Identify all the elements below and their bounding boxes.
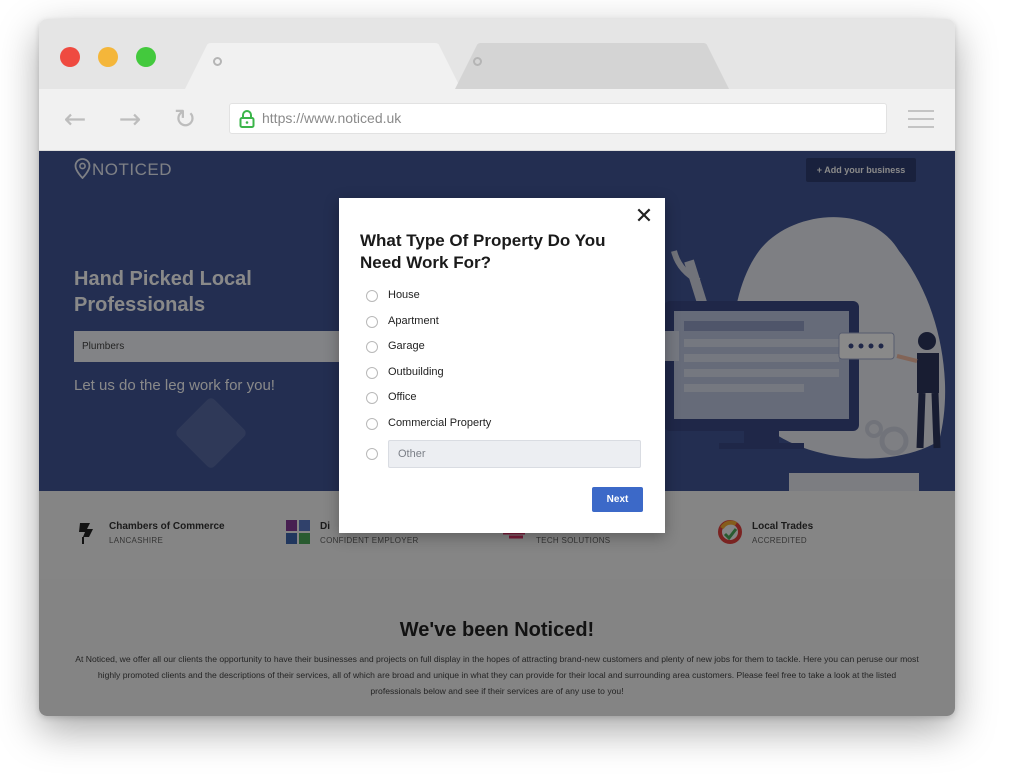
option-label: Apartment <box>388 315 439 327</box>
forward-arrow-icon[interactable]: → <box>115 105 145 135</box>
maximize-window-button[interactable] <box>136 47 156 67</box>
lock-icon <box>239 110 255 128</box>
reload-icon[interactable]: ↻ <box>170 105 200 135</box>
option-label: Commercial Property <box>388 417 492 429</box>
radio-button[interactable] <box>366 316 378 328</box>
browser-window: ← → ↻ https://www.noticed.uk NOTICED + A… <box>39 19 955 716</box>
radio-button[interactable] <box>366 418 378 430</box>
title-bar <box>39 19 955 89</box>
page-viewport: NOTICED + Add your business Hand Picked … <box>39 151 955 716</box>
radio-button[interactable] <box>366 392 378 404</box>
minimize-window-button[interactable] <box>98 47 118 67</box>
radio-button[interactable] <box>366 367 378 379</box>
option-label: Garage <box>388 340 425 352</box>
hamburger-menu-icon[interactable] <box>908 110 934 130</box>
radio-button[interactable] <box>366 448 378 460</box>
close-icon[interactable]: ✕ <box>634 206 654 228</box>
property-type-modal: ✕ What Type Of Property Do You Need Work… <box>339 198 665 533</box>
browser-tab[interactable] <box>455 43 729 89</box>
radio-button[interactable] <box>366 290 378 302</box>
modal-title: What Type Of Property Do You Need Work F… <box>360 231 606 272</box>
tab-favicon-icon <box>473 57 482 66</box>
browser-tab-active[interactable] <box>185 43 461 89</box>
close-window-button[interactable] <box>60 47 80 67</box>
option-label: House <box>388 289 420 301</box>
tab-favicon-icon <box>213 57 222 66</box>
other-property-input[interactable] <box>388 440 641 468</box>
radio-button[interactable] <box>366 341 378 353</box>
next-button[interactable]: Next <box>592 487 643 512</box>
option-label: Office <box>388 391 417 403</box>
address-toolbar: ← → ↻ https://www.noticed.uk <box>39 89 955 151</box>
option-label: Outbuilding <box>388 366 444 378</box>
url-bar[interactable]: https://www.noticed.uk <box>229 103 887 134</box>
url-text: https://www.noticed.uk <box>262 110 402 126</box>
back-arrow-icon[interactable]: ← <box>60 105 90 135</box>
